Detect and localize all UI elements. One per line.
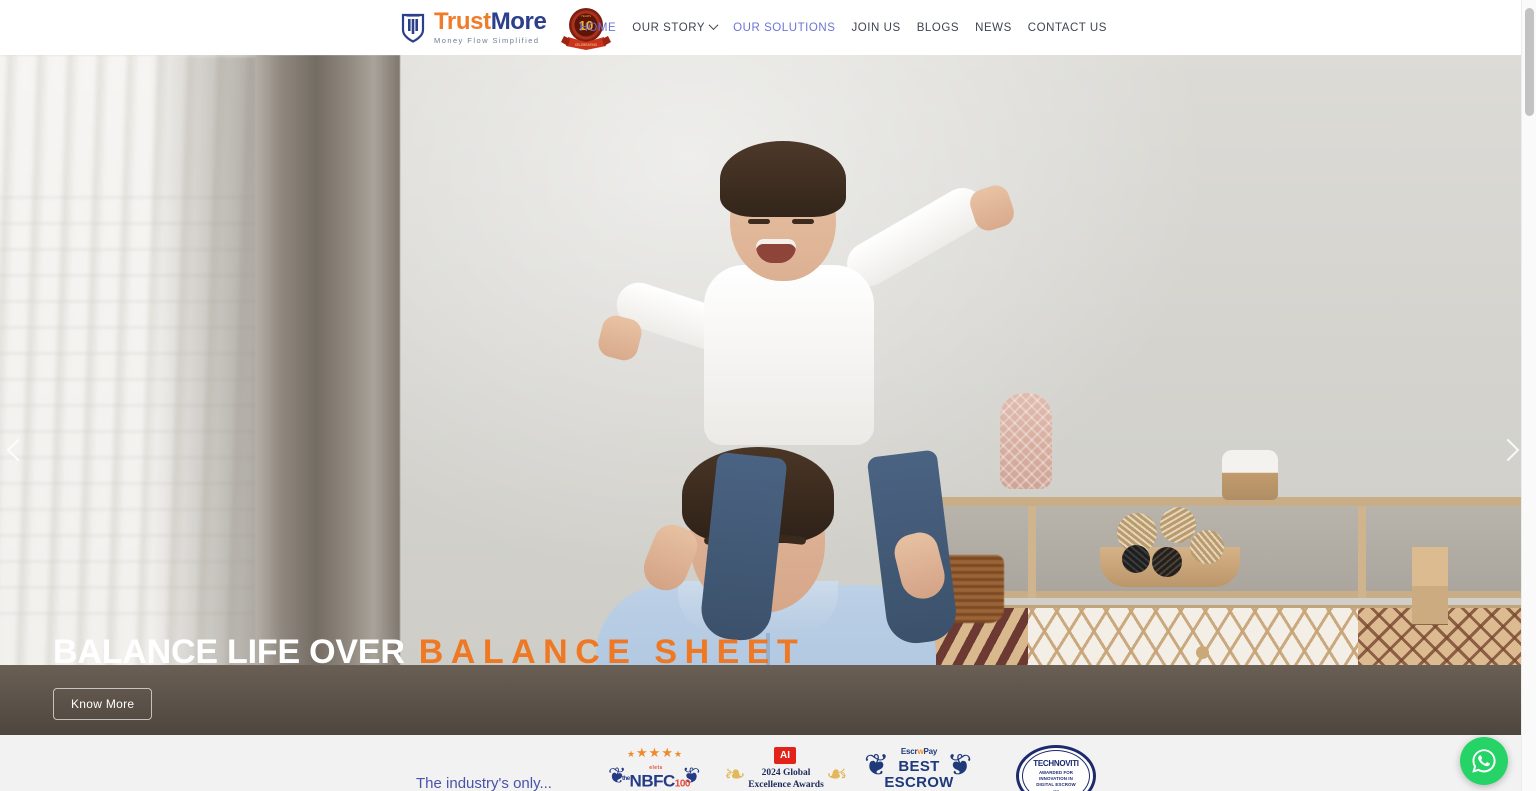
nav-item-our-solutions[interactable]: OUR SOLUTIONS	[725, 22, 843, 34]
nav-item-join-us-label: JOIN US	[851, 21, 901, 34]
rattan-ball	[1160, 507, 1196, 543]
technoviti-name: TECHNOVITI	[1033, 759, 1079, 768]
hero-headline-primary: BALANCE LIFE OVER	[53, 633, 405, 671]
award-badge-nbfc: ★★★★★ ❦ ❦ elets theNBFC100	[608, 743, 700, 791]
slider-next-button[interactable]	[1490, 435, 1524, 469]
main-navigation: HOME OUR STORY OUR SOLUTIONS JOIN US BLO…	[572, 0, 1536, 55]
escrowpay-brand-part1: Escr	[900, 747, 918, 756]
hero-text-block: BALANCE LIFE OVER BALANCE SHEET Know More	[53, 630, 805, 720]
hero-slider: BALANCE LIFE OVER BALANCE SHEET Know More	[0, 55, 1536, 735]
nbfc-stars: ★★★★★	[626, 745, 684, 760]
award-badge-technoviti: TECHNOVITI AWARDED FOR INNOVATION IN DIG…	[1013, 743, 1099, 791]
site-header: TrustMore Money Flow Simplified 10 YEARS…	[0, 0, 1536, 55]
awards-section-heading: The industry's only...	[416, 775, 552, 791]
nav-item-news-label: NEWS	[975, 21, 1012, 34]
logo-text: TrustMore Money Flow Simplified	[434, 7, 547, 46]
drawer-knob	[1196, 646, 1209, 659]
logo-word-trust: Trust	[434, 7, 491, 35]
child-eye	[748, 219, 770, 224]
dark-decor-ball	[1152, 547, 1182, 577]
chevron-right-icon	[1496, 438, 1520, 462]
hero-headline: BALANCE LIFE OVER BALANCE SHEET	[53, 630, 805, 674]
wooden-blocks-decor	[1412, 547, 1448, 625]
child-figure	[595, 135, 1020, 455]
awards-section: The industry's only... ★★★★★ ❦ ❦ elets t…	[0, 735, 1536, 791]
ai-award-line1: 2024 Global	[761, 768, 811, 778]
best-escrow-line2: ESCROW	[884, 774, 954, 791]
technoviti-sub-line3: DIGITAL ESCROW	[1036, 782, 1076, 787]
page-root: TrustMore Money Flow Simplified 10 YEARS…	[0, 0, 1536, 791]
nav-item-home-label: HOME	[579, 21, 617, 34]
scrollbar-thumb[interactable]	[1525, 8, 1534, 116]
technoviti-subtitle: AWARDED FOR INNOVATION IN DIGITAL ESCROW	[1024, 770, 1088, 788]
nav-item-contact-us-label: CONTACT US	[1027, 21, 1107, 34]
nav-item-blogs-label: BLOGS	[916, 21, 960, 34]
shelf-divider	[1358, 506, 1366, 598]
know-more-button[interactable]: Know More	[53, 688, 153, 720]
slider-prev-button[interactable]	[0, 435, 34, 469]
logo-word-more: More	[490, 7, 547, 35]
child-eye	[792, 219, 814, 224]
ai-award-line2: Excellence Awards	[748, 780, 824, 790]
shelf-divider	[1028, 506, 1036, 598]
logo-wordmark: TrustMore	[434, 7, 547, 35]
whatsapp-chat-button[interactable]	[1460, 737, 1508, 785]
nav-item-join-us[interactable]: JOIN US	[843, 22, 908, 34]
nav-item-our-story[interactable]: OUR STORY	[624, 20, 725, 34]
ai-logo-mark: AI	[774, 747, 796, 764]
nav-item-home[interactable]: HOME	[572, 22, 625, 34]
whatsapp-icon	[1472, 749, 1496, 773]
nav-item-news[interactable]: NEWS	[967, 22, 1020, 34]
hero-headline-accent: BALANCE SHEET	[418, 633, 806, 671]
child-white-shirt	[704, 265, 874, 445]
nbfc-name: NBFC	[629, 771, 676, 791]
escrowpay-brand-part3: Pay	[923, 747, 938, 756]
rattan-ball	[1190, 530, 1224, 564]
dark-decor-ball	[1122, 545, 1150, 573]
nav-item-our-story-label: OUR STORY	[632, 21, 706, 34]
nav-item-contact-us[interactable]: CONTACT US	[1020, 22, 1115, 34]
chevron-down-icon	[708, 20, 719, 31]
page-scrollbar[interactable]	[1521, 0, 1536, 791]
two-tone-vase	[1222, 450, 1278, 500]
trustmore-shield-icon	[401, 13, 425, 43]
award-badge-best-escrow: ❦ ❦ EscrwPay BEST ESCROW	[864, 743, 972, 791]
nbfc-title: theNBFC100	[620, 771, 692, 791]
child-hair	[720, 141, 846, 217]
escrowpay-brand: EscrwPay	[888, 747, 950, 756]
best-escrow-line1: BEST	[898, 758, 940, 775]
nbfc-text: elets theNBFC100	[620, 765, 692, 791]
nbfc-prefix: the	[622, 776, 630, 782]
nbfc-suffix: 100	[674, 778, 691, 790]
nav-item-our-solutions-label: OUR SOLUTIONS	[733, 21, 836, 34]
nav-item-blogs[interactable]: BLOGS	[909, 22, 967, 34]
chevron-left-icon	[6, 438, 30, 462]
award-badge-ai-global-excellence: ❧ ❧ AI 2024 Global Excellence Awards	[722, 743, 850, 791]
logo-tagline: Money Flow Simplified	[434, 35, 540, 45]
